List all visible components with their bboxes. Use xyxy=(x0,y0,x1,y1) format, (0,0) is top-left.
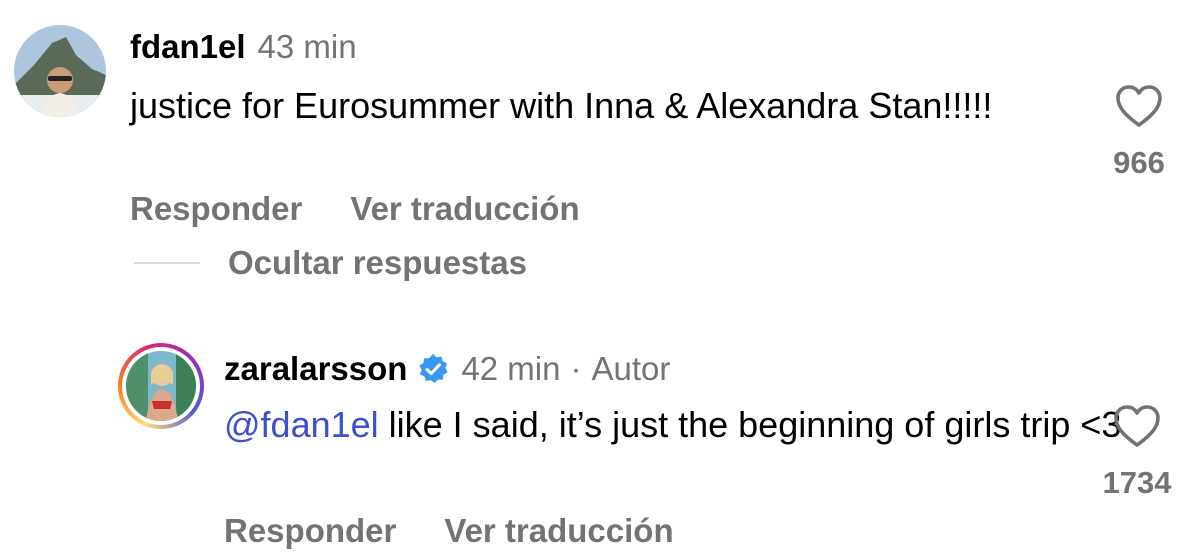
reply-button[interactable]: Responder xyxy=(224,512,396,549)
translate-button[interactable]: Ver traducción xyxy=(444,512,673,549)
author-badge: Autor xyxy=(591,350,671,387)
reply-button[interactable]: Responder xyxy=(130,190,302,227)
mention-link[interactable]: @fdan1el xyxy=(224,404,379,445)
comment-header: zaralarsson 42 min · Autor xyxy=(224,350,670,388)
verified-badge-icon xyxy=(417,353,449,385)
username[interactable]: fdan1el xyxy=(130,28,246,66)
hide-replies-button[interactable]: Ocultar respuestas xyxy=(134,244,527,282)
username[interactable]: zaralarsson xyxy=(224,350,407,388)
translate-button[interactable]: Ver traducción xyxy=(350,190,579,227)
comment-header: fdan1el 43 min xyxy=(130,28,357,66)
heart-outline-icon[interactable] xyxy=(1113,404,1161,453)
like-group: 966 xyxy=(1104,84,1174,181)
avatar-zaralarsson xyxy=(126,351,196,421)
like-count: 966 xyxy=(1113,145,1165,180)
thread-divider xyxy=(134,262,200,264)
heart-outline-icon[interactable] xyxy=(1115,84,1163,133)
timestamp: 43 min xyxy=(257,28,357,65)
timestamp: 42 min xyxy=(461,350,561,387)
comment-text: @fdan1el like I said, it’s just the begi… xyxy=(224,402,1124,448)
hide-replies-label: Ocultar respuestas xyxy=(228,244,527,281)
comment-body: like I said, it’s just the beginning of … xyxy=(378,404,1122,445)
avatar-fdan1el[interactable] xyxy=(14,25,106,117)
like-group: 1734 xyxy=(1102,404,1172,501)
story-ring[interactable] xyxy=(118,343,204,429)
separator-dot: · xyxy=(570,350,582,387)
comment-text: justice for Eurosummer with Inna & Alexa… xyxy=(130,85,993,126)
comment-actions: Responder Ver traducción xyxy=(130,190,580,228)
comment-actions: Responder Ver traducción xyxy=(224,512,674,550)
like-count: 1734 xyxy=(1102,465,1172,500)
